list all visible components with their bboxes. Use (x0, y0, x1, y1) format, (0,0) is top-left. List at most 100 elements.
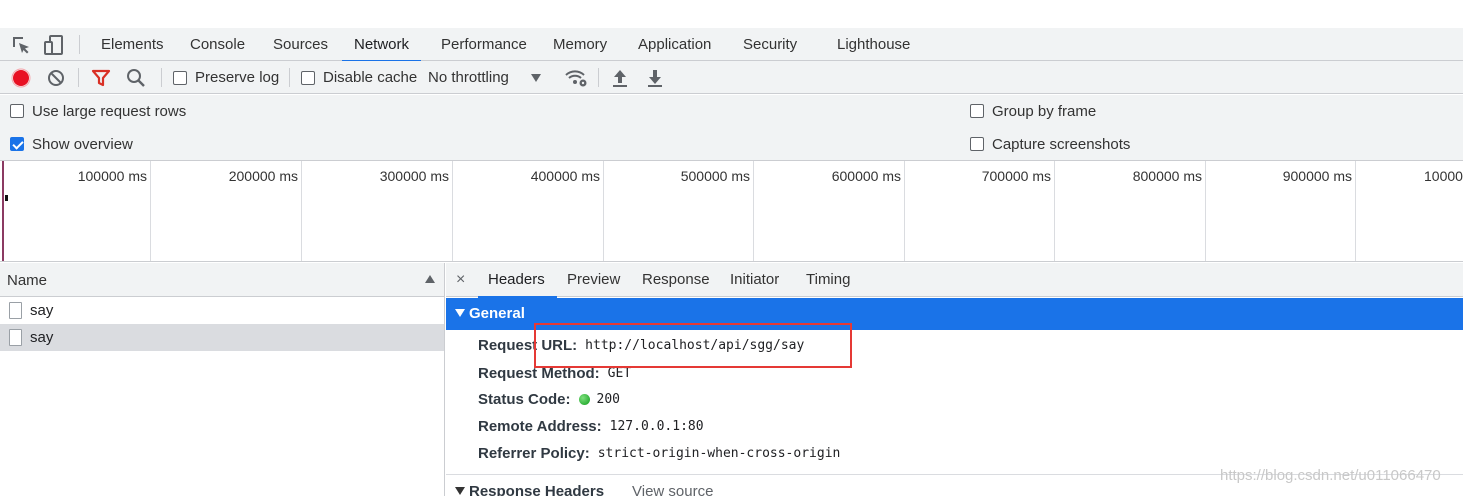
header-key: Referrer Policy: (478, 444, 590, 462)
checkbox-checked[interactable] (10, 137, 24, 151)
header-value: strict-origin-when-cross-origin (597, 445, 841, 461)
overview-gridline (603, 161, 604, 261)
toolbar-separator (598, 68, 599, 87)
overview-tick-label: 100000 ms (77, 168, 147, 184)
network-toolbar: Preserve log Disable cache No throttling (0, 61, 1463, 94)
tab-bar-separator (79, 35, 80, 54)
tab-network[interactable]: Network (341, 28, 422, 62)
show-overview-label: Show overview (32, 135, 133, 153)
throttling-select[interactable]: No throttling (428, 61, 541, 94)
overview-tick-label: 600000 ms (831, 168, 901, 184)
chevron-down-icon (530, 73, 541, 82)
import-har-icon[interactable] (610, 67, 630, 89)
general-title: General (469, 305, 525, 322)
checkbox-box[interactable] (970, 104, 984, 118)
response-headers-title: Response Headers (469, 483, 605, 496)
tab-preview[interactable]: Preview (567, 263, 620, 297)
tab-initiator[interactable]: Initiator (730, 263, 779, 297)
view-source-link[interactable]: View source (632, 483, 713, 496)
overview-gridline (150, 161, 151, 261)
close-icon[interactable]: × (456, 271, 465, 289)
device-toolbar-icon[interactable] (43, 34, 65, 56)
network-conditions-icon[interactable] (564, 67, 588, 89)
tab-sources[interactable]: Sources (273, 28, 328, 61)
overview-tick-label: 500000 ms (680, 168, 750, 184)
header-key: Remote Address: (478, 417, 602, 435)
checkbox-box[interactable] (970, 137, 984, 151)
group-by-frame-setting[interactable]: Group by frame (970, 101, 1096, 121)
overview-tick-label: 900000 ms (1282, 168, 1352, 184)
tab-elements[interactable]: Elements (101, 28, 164, 61)
tab-memory[interactable]: Memory (553, 28, 607, 61)
response-headers-title-wrap: Response Headers (446, 483, 604, 496)
overview-gridline (1355, 161, 1356, 261)
overview-tick-label: 10000 (1424, 168, 1463, 184)
search-icon[interactable] (125, 67, 147, 89)
document-icon (9, 329, 22, 346)
checkbox-box[interactable] (301, 70, 315, 85)
overview-tick-label: 800000 ms (1132, 168, 1202, 184)
tab-console[interactable]: Console (190, 28, 245, 61)
devtools-tab-bar: Elements Console Sources Network Perform… (0, 28, 1463, 62)
capture-screenshots-label: Capture screenshots (992, 135, 1131, 153)
tab-application[interactable]: Application (638, 28, 711, 61)
watermark: https://blog.csdn.net/u011066470 (1220, 467, 1441, 484)
preserve-log-checkbox[interactable]: Preserve log (173, 61, 279, 94)
capture-screenshots-setting[interactable]: Capture screenshots (970, 134, 1130, 154)
triangle-expanded-icon (455, 309, 465, 317)
overview-gridline (452, 161, 453, 261)
header-value: 200 (596, 391, 620, 407)
show-overview-setting[interactable]: Show overview (10, 134, 133, 154)
preserve-log-label: Preserve log (195, 69, 280, 86)
overview-gridline (753, 161, 754, 261)
tab-lighthouse[interactable]: Lighthouse (837, 28, 910, 61)
checkbox-box[interactable] (173, 70, 187, 85)
request-name: say (30, 329, 54, 346)
name-column-header[interactable]: Name (7, 272, 47, 289)
details-tab-bar: × Headers Preview Response Initiator Tim… (446, 263, 1463, 298)
header-row-referrer-policy: Referrer Policy: strict-origin-when-cros… (478, 443, 840, 463)
status-ok-icon (578, 393, 590, 405)
overview-tick-label: 200000 ms (228, 168, 298, 184)
disable-cache-checkbox[interactable]: Disable cache (301, 61, 417, 94)
window-top-strip (0, 0, 1463, 28)
tab-security[interactable]: Security (743, 28, 797, 61)
inspect-element-icon[interactable] (10, 34, 32, 56)
record-icon[interactable] (10, 67, 32, 89)
tab-timing[interactable]: Timing (806, 263, 850, 297)
clear-icon[interactable] (45, 67, 67, 89)
overview-request-bar (5, 195, 8, 201)
document-icon (9, 302, 22, 319)
tab-headers[interactable]: Headers (478, 263, 557, 298)
group-by-frame-label: Group by frame (992, 102, 1097, 120)
network-overview-timeline[interactable]: 100000 ms 200000 ms 300000 ms 400000 ms … (0, 161, 1463, 262)
toolbar-separator (289, 68, 290, 87)
overview-tick-label: 400000 ms (530, 168, 600, 184)
large-request-rows-label: Use large request rows (32, 102, 187, 120)
export-har-icon[interactable] (645, 67, 665, 89)
overview-tick-label: 700000 ms (981, 168, 1051, 184)
overview-tick-label: 300000 ms (379, 168, 449, 184)
disable-cache-label: Disable cache (323, 69, 418, 86)
tab-response[interactable]: Response (642, 263, 710, 297)
overview-gridline (1054, 161, 1055, 261)
overview-gridline (904, 161, 905, 261)
request-list-header[interactable]: Name (0, 263, 444, 297)
toolbar-separator (161, 68, 162, 87)
annotation-highlight-box (534, 323, 852, 368)
network-settings-pane: Use large request rows Show overview Gro… (0, 95, 1463, 161)
filter-icon[interactable] (90, 67, 112, 89)
header-row-status-code: Status Code: 200 (478, 389, 620, 409)
overview-gridline (1205, 161, 1206, 261)
checkbox-box[interactable] (10, 104, 24, 118)
toolbar-separator (78, 68, 79, 87)
large-request-rows-setting[interactable]: Use large request rows (10, 101, 186, 121)
throttling-value: No throttling (428, 69, 509, 86)
request-row-selected[interactable]: say (0, 324, 444, 351)
overview-gridline (301, 161, 302, 261)
tab-performance[interactable]: Performance (441, 28, 527, 61)
request-list-panel: Name say say (0, 263, 445, 496)
sort-ascending-icon (425, 275, 435, 283)
request-row[interactable]: say (0, 297, 444, 324)
header-row-remote-address: Remote Address: 127.0.0.1:80 (478, 416, 704, 436)
